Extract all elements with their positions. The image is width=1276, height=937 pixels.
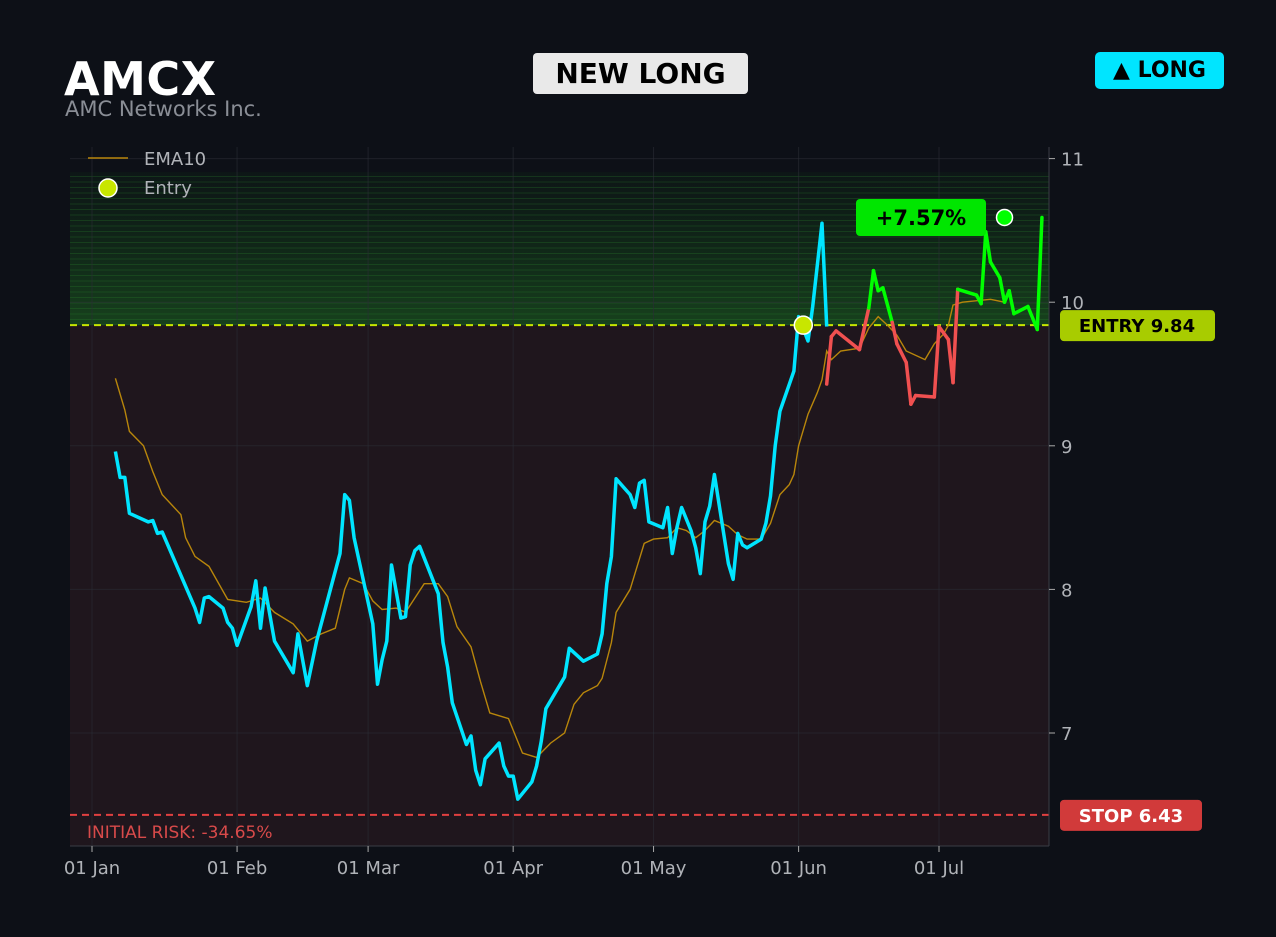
- gain-label: +7.57%: [876, 206, 966, 230]
- y-tick-label: 11: [1061, 150, 1084, 171]
- risk-zone: [70, 325, 1049, 846]
- chart-background: [70, 172, 1049, 846]
- x-tick-label: 01 May: [621, 858, 687, 879]
- x-tick-label: 01 Apr: [483, 858, 543, 879]
- x-tick-label: 01 Jun: [770, 858, 827, 879]
- x-tick-label: 01 Mar: [337, 858, 400, 879]
- trade-segment: [913, 393, 937, 399]
- legend-entry-label: Entry: [144, 178, 192, 199]
- legend-entry-swatch: [98, 178, 118, 198]
- entry-label: ENTRY 9.84: [1079, 316, 1195, 337]
- price-chart: +7.57% 789101101 Jan 01 Feb 01 Mar 01 Apr 01…: [64, 147, 1215, 879]
- y-tick-label: 8: [1061, 580, 1072, 601]
- x-tick-label: 01 Feb: [207, 858, 268, 879]
- y-tick-label: 7: [1061, 724, 1072, 745]
- stop-label: STOP 6.43: [1079, 806, 1183, 827]
- initial-risk-label: INITIAL RISK: -34.65%: [87, 823, 273, 843]
- entry-marker: [793, 315, 814, 335]
- legend-ema10-label: EMA10: [144, 149, 206, 170]
- exit-marker: [995, 208, 1014, 227]
- x-tick-label: 01 Jan: [64, 858, 120, 879]
- x-tick-label: 01 Jul: [914, 858, 964, 879]
- y-tick-label: 9: [1061, 437, 1072, 458]
